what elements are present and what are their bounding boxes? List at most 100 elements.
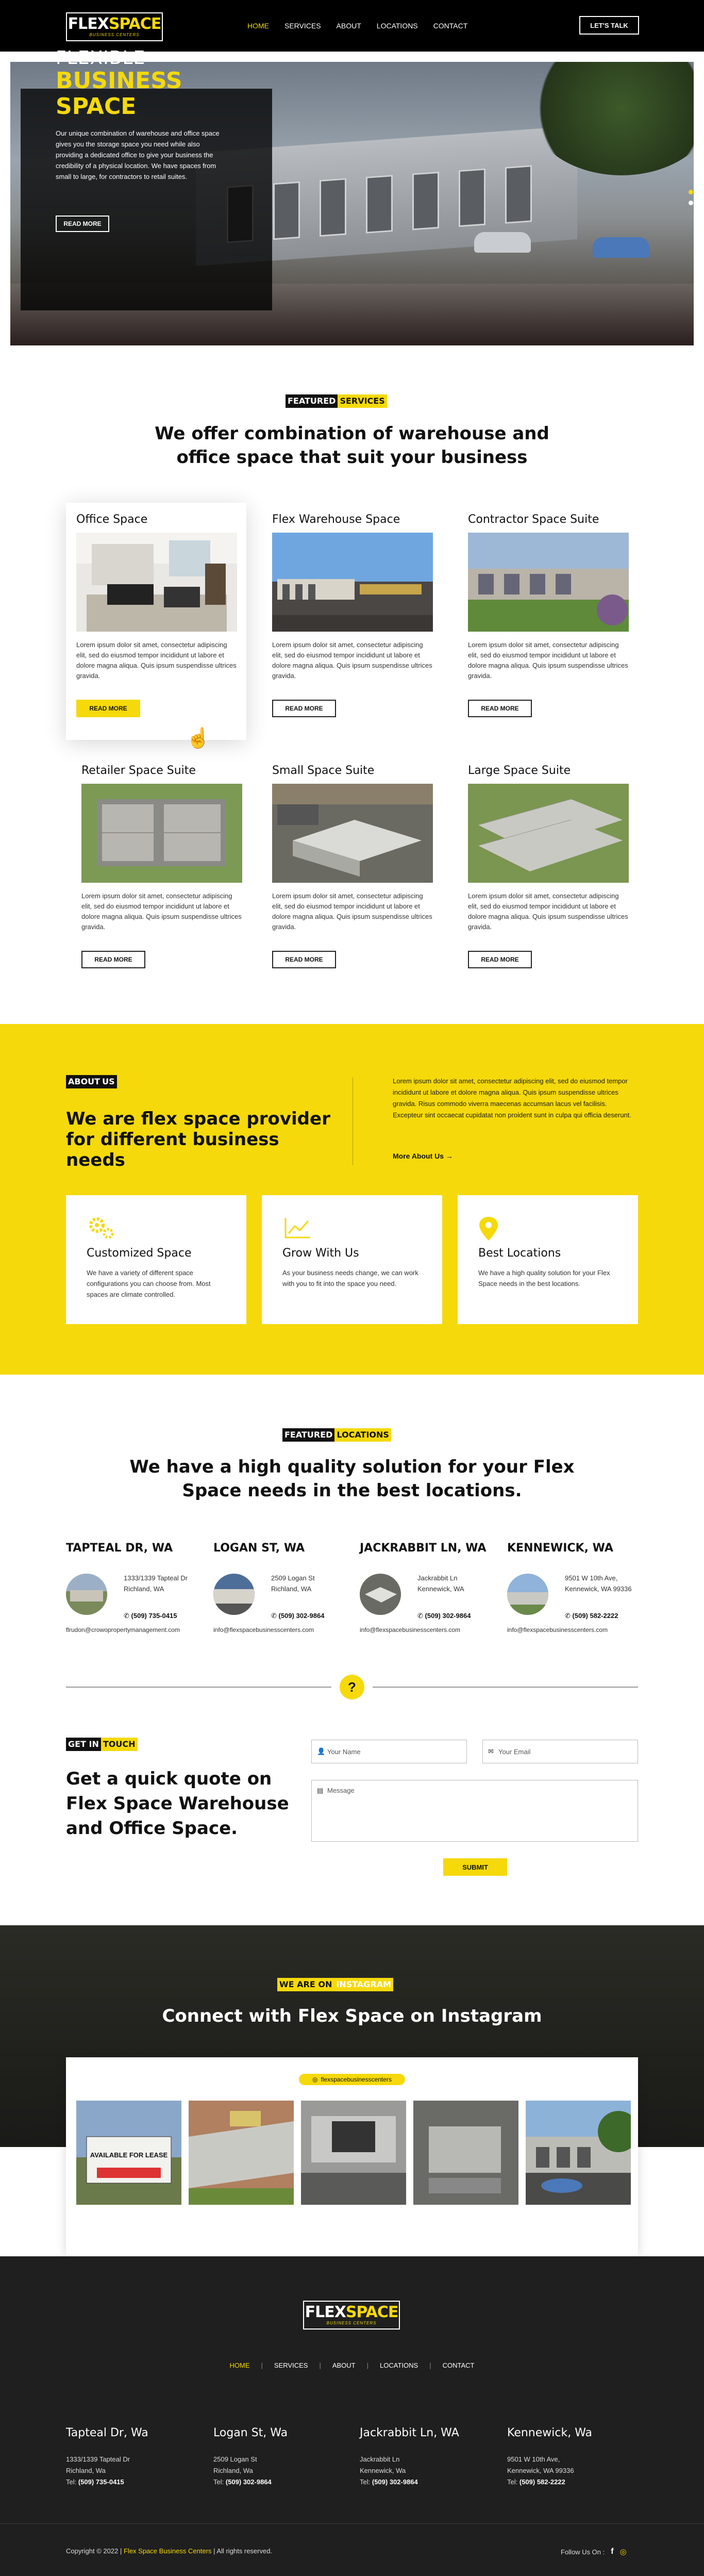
instagram-icon[interactable]: ◎: [620, 2547, 627, 2556]
instagram-post-2[interactable]: [189, 2101, 294, 2205]
footer-location-logan: Logan St, Wa 2509 Logan St Richland, Wa Te…: [213, 2426, 347, 2488]
address-line1: Jackrabbit Ln: [417, 1574, 458, 1582]
tag-part-b: INSTAGRAM: [334, 1978, 394, 1991]
email-field[interactable]: ✉ Your Email: [482, 1740, 638, 1763]
footer-address-line1: 1333/1339 Tapteal Dr: [66, 2455, 130, 2463]
footer-phone[interactable]: (509) 302-9864: [372, 2478, 418, 2486]
footer-nav-about[interactable]: ABOUT: [332, 2362, 356, 2369]
services-heading: We offer combination of warehouse and off…: [94, 422, 610, 469]
footer-location-title: Tapteal Dr, Wa: [66, 2426, 148, 2439]
feature-title: Grow With Us: [282, 1247, 359, 1260]
instagram-heading: Connect with Flex Space on Instagram: [162, 2006, 542, 2026]
nav-services[interactable]: SERVICES: [284, 22, 321, 30]
feature-title: Best Locations: [478, 1247, 561, 1260]
location-email[interactable]: flrudon@crowopropertymanagement.com: [66, 1626, 180, 1633]
feature-card-locations: Best Locations We have a high quality so…: [458, 1195, 638, 1324]
service-description: Lorem ipsum dolor sit amet, consectetur …: [81, 892, 242, 931]
map-pin-icon: [478, 1215, 509, 1242]
slider-dot-2[interactable]: [689, 201, 693, 205]
location-phone[interactable]: ✆ (509) 302-9864: [271, 1612, 324, 1620]
location-phone[interactable]: ✆ (509) 582-2222: [565, 1612, 618, 1620]
hero-description: Our unique combination of warehouse and …: [56, 129, 220, 180]
copyright: Copyright © 2022 | Flex Space Business C…: [66, 2547, 272, 2555]
footer-location-title: Jackrabbit Ln, WA: [360, 2426, 459, 2439]
phone-icon: ✆: [565, 1612, 571, 1620]
service-read-more-button[interactable]: READ MORE: [76, 700, 140, 717]
phone-icon: ✆: [271, 1612, 277, 1620]
hand-cursor-icon: ☝: [186, 728, 211, 749]
feature-title: Customized Space: [87, 1247, 192, 1260]
service-description: Lorem ipsum dolor sit amet, consectetur …: [272, 641, 432, 680]
nav-locations[interactable]: LOCATIONS: [377, 22, 418, 30]
office-space-image: [76, 533, 237, 632]
slider-dot-1[interactable]: [689, 190, 693, 194]
instagram-post-1[interactable]: AVAILABLE FOR LEASE: [76, 2101, 181, 2205]
location-email[interactable]: info@flexspacebusinesscenters.com: [213, 1626, 314, 1633]
service-title: Small Space Suite: [272, 764, 375, 777]
logo-text-flex: FLEX: [305, 2303, 346, 2321]
service-read-more-button[interactable]: READ MORE: [468, 951, 532, 968]
name-placeholder: Your Name: [327, 1747, 361, 1756]
service-read-more-button[interactable]: READ MORE: [272, 951, 336, 968]
section-tag-services: FEATURED SERVICES: [286, 394, 387, 408]
submit-button[interactable]: SUBMIT: [443, 1858, 507, 1876]
logo-text-space: SPACE: [108, 15, 162, 33]
footer-location-title: Kennewick, Wa: [507, 2426, 593, 2439]
instagram-post-5[interactable]: [526, 2101, 631, 2205]
nav-home[interactable]: HOME: [247, 22, 269, 30]
service-title: Retailer Space Suite: [81, 764, 196, 777]
lets-talk-button[interactable]: LET'S TALK: [579, 16, 639, 35]
instagram-post-4[interactable]: [413, 2101, 518, 2205]
location-photo: [360, 1574, 401, 1615]
footer-nav-contact[interactable]: CONTACT: [443, 2362, 475, 2369]
footer-logo[interactable]: FLEXSPACE BUSINESS CENTERS: [303, 2301, 400, 2330]
location-photo: [213, 1574, 255, 1615]
service-title: Office Space: [76, 513, 148, 526]
comment-icon: ▤: [317, 1787, 324, 1794]
footer-nav-services[interactable]: SERVICES: [274, 2362, 308, 2369]
location-jackrabbit: JACKRABBIT LN, WA Jackrabbit Ln Kennewick…: [360, 1542, 499, 1645]
about-paragraph: Lorem ipsum dolor sit amet, consectetur …: [393, 1077, 631, 1119]
flex-warehouse-image: [272, 533, 433, 632]
location-email[interactable]: info@flexspacebusinesscenters.com: [507, 1626, 608, 1633]
footer-divider: [0, 2523, 704, 2524]
facebook-icon[interactable]: f: [611, 2547, 613, 2556]
location-phone[interactable]: ✆ (509) 302-9864: [417, 1612, 471, 1620]
feature-card-grow: Grow With Us As your business needs chan…: [262, 1195, 442, 1324]
footer-phone[interactable]: (509) 302-9864: [226, 2478, 272, 2486]
instagram-post-3[interactable]: [301, 2101, 406, 2205]
service-read-more-button[interactable]: READ MORE: [468, 700, 532, 717]
service-read-more-button[interactable]: READ MORE: [81, 951, 145, 968]
email-placeholder: Your Email: [498, 1747, 531, 1756]
instagram-handle[interactable]: ◎ flexspacebusinesscenters: [299, 2074, 405, 2085]
footer-nav-home[interactable]: HOME: [230, 2362, 250, 2369]
instagram-icon: ◎: [312, 2076, 318, 2083]
address-line2: Kennewick, WA: [417, 1585, 464, 1593]
location-title: JACKRABBIT LN, WA: [360, 1542, 487, 1555]
name-field[interactable]: 👤 Your Name: [311, 1740, 467, 1763]
address-line2: Richland, WA: [271, 1585, 312, 1593]
copyright-prefix: Copyright © 2022 |: [66, 2547, 122, 2555]
logo-text-space: SPACE: [345, 2303, 399, 2321]
hero-title-line2: BUSINESS SPACE: [56, 68, 182, 120]
message-field[interactable]: ▤ Message: [311, 1780, 638, 1842]
tel-label: Tel:: [66, 2478, 77, 2486]
footer-nav-locations[interactable]: LOCATIONS: [380, 2362, 418, 2369]
footer-phone[interactable]: (509) 735-0415: [78, 2478, 124, 2486]
location-address: 1333/1339 Tapteal Dr Richland, WA: [124, 1573, 188, 1594]
tel-label: Tel:: [507, 2478, 518, 2486]
footer-phone[interactable]: (509) 582-2222: [519, 2478, 565, 2486]
location-phone[interactable]: ✆ (509) 735-0415: [124, 1612, 177, 1620]
location-email[interactable]: info@flexspacebusinesscenters.com: [360, 1626, 460, 1633]
service-read-more-button[interactable]: READ MORE: [272, 700, 336, 717]
growth-chart-icon: [282, 1215, 313, 1242]
more-about-link[interactable]: More About Us →: [393, 1152, 453, 1160]
location-kennewick: KENNEWICK, WA 9501 W 10th Ave, Kennewick,…: [507, 1542, 646, 1645]
hero-read-more-button[interactable]: READ MORE: [56, 216, 109, 232]
copyright-company-link[interactable]: Flex Space Business Centers: [124, 2547, 212, 2555]
nav-about[interactable]: ABOUT: [337, 22, 361, 30]
location-photo: [66, 1574, 107, 1615]
site-logo[interactable]: FLEXSPACE BUSINESS CENTERS: [66, 12, 163, 41]
nav-contact[interactable]: CONTACT: [433, 22, 468, 30]
phone-number: (509) 735-0415: [131, 1612, 177, 1620]
